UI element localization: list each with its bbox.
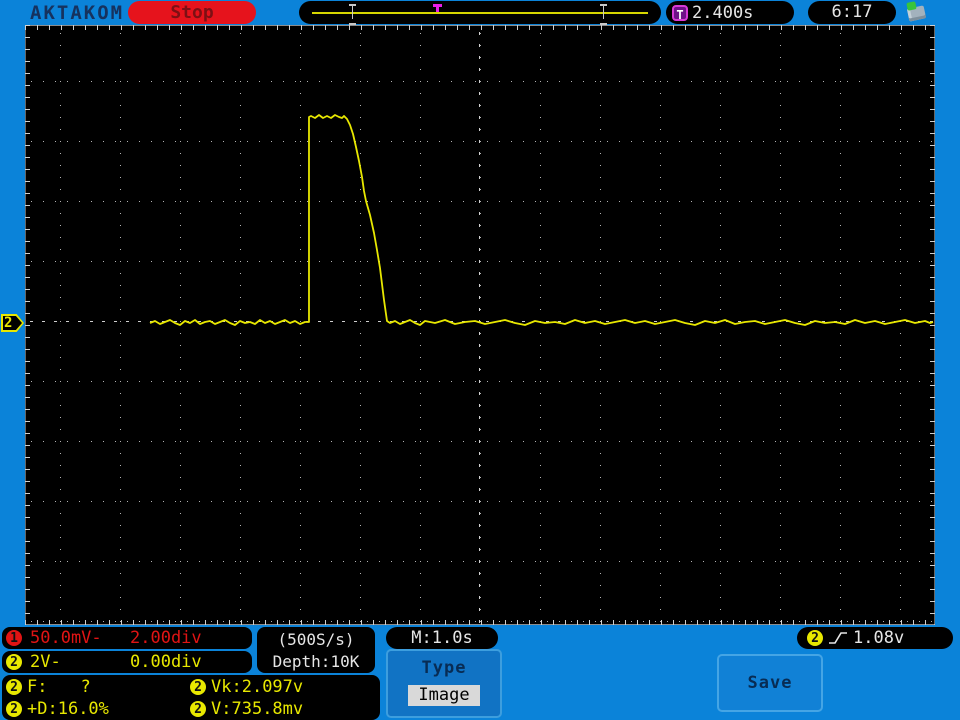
measurement-value: 16.0%: [57, 699, 109, 719]
channel1-readout: 1 50.0mV- 2.00div: [2, 627, 252, 649]
channel2-trace: [149, 114, 934, 326]
horizontal-position-bar: [299, 1, 661, 25]
oscilloscope-screen: [25, 25, 935, 625]
brand-logo: AKTAKOM: [30, 2, 125, 24]
type-menu-selected-value[interactable]: Image: [408, 685, 480, 706]
clock-readout: 6:17: [808, 1, 896, 24]
trigger-icon: T: [672, 4, 688, 22]
acquisition-status-badge: Stop: [128, 1, 256, 24]
trigger-level-readout: 2 1.08v: [797, 627, 953, 649]
measurement-vk: 2 Vk: 2.097v: [190, 677, 380, 697]
channel2-readout: 2 2V- 0.00div: [2, 651, 252, 673]
sample-rate: (500S/s): [277, 630, 355, 649]
measurement-label: Vk:: [211, 677, 242, 697]
memory-depth: Depth:10K: [272, 652, 360, 671]
save-button[interactable]: Save: [717, 654, 823, 712]
measurement-v: 2 V: 735.8mv: [190, 699, 380, 719]
measurement-value: 735.8mv: [231, 699, 304, 719]
sampling-readout: (500S/s) Depth:10K: [257, 627, 375, 673]
menu-type-panel[interactable]: Type Image: [386, 649, 502, 718]
type-menu-label: Type: [421, 658, 467, 678]
timebase-readout: M:1.0s: [386, 627, 498, 649]
trigger-level-value: 1.08v: [853, 628, 905, 648]
measurement-value: ?: [80, 677, 91, 697]
measurement-frequency: 2 F: ?: [6, 677, 190, 697]
measurement-ch-badge: 2: [6, 701, 22, 717]
trigger-position-marker-icon: [433, 4, 442, 13]
channel2-position-marker[interactable]: 2: [1, 314, 24, 332]
measurement-label: V:: [211, 699, 232, 719]
usb-storage-icon: [905, 1, 929, 23]
channel2-offset: 0.00div: [130, 652, 202, 672]
channel1-offset: 2.00div: [130, 628, 202, 648]
channel1-badge: 1: [6, 630, 22, 646]
window-right-bracket-icon: [600, 4, 607, 25]
trigger-time-value: 2.400s: [692, 2, 754, 23]
memory-window-line: [312, 12, 648, 14]
channel2-scale: 2V-: [30, 652, 61, 672]
measurement-ch-badge: 2: [6, 679, 22, 695]
measurement-duty: 2 +D: 16.0%: [6, 699, 190, 719]
measurement-ch-badge: 2: [190, 701, 206, 717]
measurements-panel: 2 F: ? 2 Vk: 2.097v 2 +D: 16.0% 2 V: 735…: [2, 675, 380, 720]
trigger-channel-badge: 2: [807, 630, 823, 646]
trigger-time-readout: T 2.400s: [666, 1, 794, 24]
measurement-value: 2.097v: [241, 677, 304, 697]
waveform-plot: [30, 32, 934, 623]
channel2-marker-label: 2: [4, 315, 13, 331]
channel1-scale: 50.0mV-: [30, 628, 102, 648]
window-left-bracket-icon: [349, 4, 356, 25]
rising-edge-icon: [829, 632, 847, 644]
measurement-ch-badge: 2: [190, 679, 206, 695]
measurement-label: F:: [27, 677, 48, 697]
channel2-badge: 2: [6, 654, 22, 670]
measurement-label: +D:: [27, 699, 58, 719]
